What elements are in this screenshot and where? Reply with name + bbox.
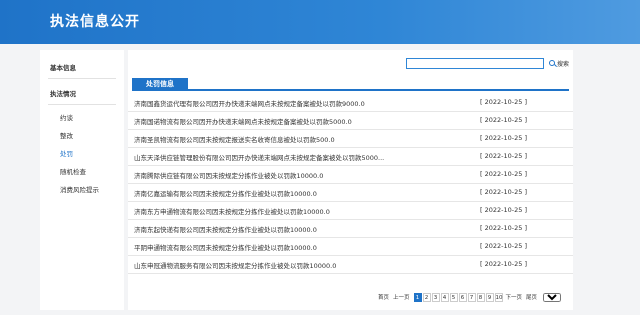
pager-page[interactable]: 7 bbox=[467, 292, 476, 302]
sidebar-item-interview[interactable]: 约谈 bbox=[60, 112, 124, 122]
pager-page[interactable]: 6 bbox=[458, 292, 467, 302]
record-title[interactable]: 济南腾际供应链有限公司因未按规定分拣作业被处以罚款10000.0 bbox=[134, 170, 323, 180]
list-item[interactable]: 济南东起快递有限公司因未按规定分拣作业被处以罚款10000.0 [ 2022-10… bbox=[128, 220, 573, 238]
header-bar: 执法信息公开 bbox=[0, 0, 640, 44]
search-input[interactable] bbox=[406, 58, 544, 69]
pager-page[interactable]: 4 bbox=[440, 292, 449, 302]
list-item[interactable]: 山东天泽供应链管理股份有限公司因开办快递末端网点未按规定备案被处以罚款5000.… bbox=[128, 148, 573, 166]
pagination: 首页 上一页 1 2 3 4 5 6 7 8 9 10 下一页 尾页 1 bbox=[378, 292, 562, 302]
pager-page[interactable]: 1 bbox=[413, 292, 422, 302]
sidebar-divider bbox=[48, 104, 116, 105]
pager-page[interactable]: 3 bbox=[431, 292, 440, 302]
record-title[interactable]: 济南国鑫货运代理有限公司因开办快递末端网点未按规定备案被处以罚款9000.0 bbox=[134, 98, 365, 108]
search-button[interactable]: 搜索 bbox=[549, 57, 569, 69]
record-list: 济南国鑫货运代理有限公司因开办快递末端网点未按规定备案被处以罚款9000.0 [ … bbox=[128, 94, 573, 274]
record-date: [ 2022-10-25 ] bbox=[480, 98, 527, 106]
search-icon bbox=[549, 60, 555, 66]
pager-page[interactable]: 10 bbox=[494, 292, 503, 302]
pager-page[interactable]: 9 bbox=[485, 292, 494, 302]
record-date: [ 2022-10-25 ] bbox=[480, 116, 527, 124]
page-title: 执法信息公开 bbox=[50, 14, 140, 30]
list-item[interactable]: 平阴申通物流有限公司因未按规定分拣作业被处以罚款10000.0 [ 2022-10… bbox=[128, 238, 573, 256]
sidebar: 基本信息 执法情况 约谈 整改 处罚 随机检查 消费风险提示 bbox=[40, 50, 124, 310]
record-date: [ 2022-10-25 ] bbox=[480, 260, 527, 268]
main-content: 搜索 处罚信息 济南国鑫货运代理有限公司因开办快递末端网点未按规定备案被处以罚款… bbox=[128, 50, 573, 310]
search-button-label: 搜索 bbox=[557, 60, 570, 68]
record-title[interactable]: 济南圣凯物流有限公司因未按规定报送实名收寄信息被处以罚款500.0 bbox=[134, 134, 335, 144]
list-item[interactable]: 济南圣凯物流有限公司因未按规定报送实名收寄信息被处以罚款500.0 [ 2022-… bbox=[128, 130, 573, 148]
sidebar-section-basic-info[interactable]: 基本信息 bbox=[40, 62, 124, 72]
list-item[interactable]: 济南亿嘉运输有限公司因未按规定分拣作业被处以罚款10000.0 [ 2022-10… bbox=[128, 184, 573, 202]
record-date: [ 2022-10-25 ] bbox=[480, 206, 527, 214]
record-date: [ 2022-10-25 ] bbox=[480, 242, 527, 250]
record-date: [ 2022-10-25 ] bbox=[480, 188, 527, 196]
sidebar-item-penalty[interactable]: 处罚 bbox=[60, 148, 124, 158]
list-item[interactable]: 济南腾际供应链有限公司因未按规定分拣作业被处以罚款10000.0 [ 2022-1… bbox=[128, 166, 573, 184]
pager-last[interactable]: 尾页 bbox=[526, 293, 537, 301]
record-title[interactable]: 山东天泽供应链管理股份有限公司因开办快递末端网点未按规定备案被处以罚款5000.… bbox=[134, 152, 384, 162]
record-date: [ 2022-10-25 ] bbox=[480, 152, 527, 160]
list-item[interactable]: 山东申冠通物流服务有限公司因未按规定分拣作业被处以罚款10000.0 [ 2022… bbox=[128, 256, 573, 274]
pager-page[interactable]: 2 bbox=[422, 292, 431, 302]
sidebar-divider bbox=[48, 78, 116, 79]
record-title[interactable]: 济南亿嘉运输有限公司因未按规定分拣作业被处以罚款10000.0 bbox=[134, 188, 317, 198]
pager-page[interactable]: 5 bbox=[449, 292, 458, 302]
pager-next[interactable]: 下一页 bbox=[506, 293, 523, 301]
record-title[interactable]: 济南国诺物流有限公司因开办快递末端网点未按规定备案被处以罚款5000.0 bbox=[134, 116, 352, 126]
sidebar-item-consumer-risk[interactable]: 消费风险提示 bbox=[60, 184, 124, 194]
tab-underline bbox=[132, 89, 569, 91]
pager-first[interactable]: 首页 bbox=[378, 293, 389, 301]
record-title[interactable]: 平阴申通物流有限公司因未按规定分拣作业被处以罚款10000.0 bbox=[134, 242, 317, 252]
sidebar-section-enforcement[interactable]: 执法情况 bbox=[40, 88, 124, 98]
record-date: [ 2022-10-25 ] bbox=[480, 224, 527, 232]
record-title[interactable]: 济南东起快递有限公司因未按规定分拣作业被处以罚款10000.0 bbox=[134, 224, 317, 234]
pager-page-select[interactable]: 1 bbox=[543, 292, 562, 302]
record-date: [ 2022-10-25 ] bbox=[480, 170, 527, 178]
list-item[interactable]: 济南国诺物流有限公司因开办快递末端网点未按规定备案被处以罚款5000.0 [ 20… bbox=[128, 112, 573, 130]
record-title[interactable]: 济南东方申通物流有限公司因未按规定分拣作业被处以罚款10000.0 bbox=[134, 206, 330, 216]
list-item[interactable]: 济南东方申通物流有限公司因未按规定分拣作业被处以罚款10000.0 [ 2022-… bbox=[128, 202, 573, 220]
list-item[interactable]: 济南国鑫货运代理有限公司因开办快递末端网点未按规定备案被处以罚款9000.0 [ … bbox=[128, 94, 573, 112]
pager-prev[interactable]: 上一页 bbox=[393, 293, 410, 301]
record-date: [ 2022-10-25 ] bbox=[480, 134, 527, 142]
sidebar-item-random-check[interactable]: 随机检查 bbox=[60, 166, 124, 176]
sidebar-item-rectification[interactable]: 整改 bbox=[60, 130, 124, 140]
pager-page[interactable]: 8 bbox=[476, 292, 485, 302]
record-title[interactable]: 山东申冠通物流服务有限公司因未按规定分拣作业被处以罚款10000.0 bbox=[134, 260, 336, 270]
